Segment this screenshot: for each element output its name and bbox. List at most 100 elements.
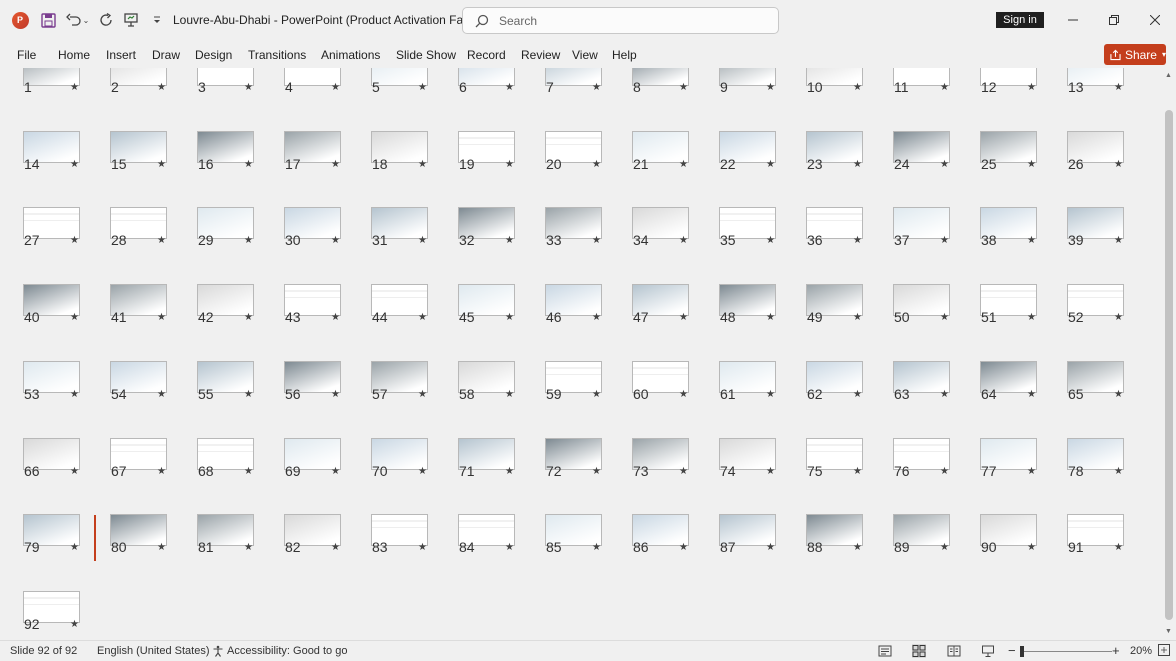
slide-thumbnail-72[interactable]: 72 ★ xyxy=(522,437,607,514)
slide-thumbnail-52[interactable]: 52 ★ xyxy=(1044,284,1129,360)
slide-thumbnail-38[interactable]: 38 ★ xyxy=(957,207,1042,283)
accessibility-icon[interactable] xyxy=(212,645,224,660)
share-chevron-icon[interactable]: ▾ xyxy=(1162,50,1166,59)
slide-thumbnail-68[interactable]: 68 ★ xyxy=(174,437,259,514)
slide-show-view-icon[interactable] xyxy=(981,644,995,658)
tab-review[interactable]: Review xyxy=(521,48,560,62)
slide-thumbnail-66[interactable]: 66 ★ xyxy=(0,437,85,514)
slide-thumbnail-49[interactable]: 49 ★ xyxy=(783,284,868,360)
sign-in-button[interactable]: Sign in xyxy=(996,12,1044,28)
accessibility-status[interactable]: Accessibility: Good to go xyxy=(227,645,347,657)
tab-file[interactable]: File xyxy=(17,48,36,62)
customize-toolbar-icon[interactable] xyxy=(147,10,167,30)
slide-thumbnail-85[interactable]: 85 ★ xyxy=(522,514,607,590)
slide-thumbnail-34[interactable]: 34 ★ xyxy=(609,207,694,283)
scroll-thumb[interactable] xyxy=(1165,110,1173,620)
share-button[interactable]: Share ▾ xyxy=(1104,44,1166,65)
slide-thumbnail-36[interactable]: 36 ★ xyxy=(783,207,868,283)
save-icon[interactable] xyxy=(38,10,58,30)
slide-thumbnail-10[interactable]: 10 ★ xyxy=(783,68,868,130)
slide-thumbnail-27[interactable]: 27 ★ xyxy=(0,207,85,283)
slide-thumbnail-80[interactable]: 80 ★ xyxy=(87,514,172,590)
slide-thumbnail-6[interactable]: 6 ★ xyxy=(435,68,520,130)
slide-thumbnail-83[interactable]: 83 ★ xyxy=(348,514,433,590)
slide-thumbnail-39[interactable]: 39 ★ xyxy=(1044,207,1129,283)
slide-thumbnail-51[interactable]: 51 ★ xyxy=(957,284,1042,360)
slide-thumbnail-5[interactable]: 5 ★ xyxy=(348,68,433,130)
slide-thumbnail-65[interactable]: 65 ★ xyxy=(1044,360,1129,437)
slide-thumbnail-8[interactable]: 8 ★ xyxy=(609,68,694,130)
reading-view-icon[interactable] xyxy=(947,644,961,658)
zoom-slider[interactable] xyxy=(1024,651,1112,652)
slide-thumbnail-87[interactable]: 87 ★ xyxy=(696,514,781,590)
slide-thumbnail-84[interactable]: 84 ★ xyxy=(435,514,520,590)
slide-thumbnail-22[interactable]: 22 ★ xyxy=(696,130,781,207)
slide-thumbnail-82[interactable]: 82 ★ xyxy=(261,514,346,590)
tab-insert[interactable]: Insert xyxy=(106,48,136,62)
redo-icon[interactable] xyxy=(96,10,116,30)
language-status[interactable]: English (United States) xyxy=(97,645,210,657)
slide-thumbnail-89[interactable]: 89 ★ xyxy=(870,514,955,590)
slide-thumbnail-75[interactable]: 75 ★ xyxy=(783,437,868,514)
slide-thumbnail-32[interactable]: 32 ★ xyxy=(435,207,520,283)
scroll-up-icon[interactable]: ▲ xyxy=(1165,72,1172,79)
slide-thumbnail-15[interactable]: 15 ★ xyxy=(87,130,172,207)
slide-thumbnail-60[interactable]: 60 ★ xyxy=(609,360,694,437)
slide-thumbnail-7[interactable]: 7 ★ xyxy=(522,68,607,130)
slide-thumbnail-58[interactable]: 58 ★ xyxy=(435,360,520,437)
slide-thumbnail-71[interactable]: 71 ★ xyxy=(435,437,520,514)
slide-thumbnail-70[interactable]: 70 ★ xyxy=(348,437,433,514)
slide-thumbnail-11[interactable]: 11 ★ xyxy=(870,68,955,130)
slide-thumbnail-13[interactable]: 13 ★ xyxy=(1044,68,1129,130)
slide-thumbnail-67[interactable]: 67 ★ xyxy=(87,437,172,514)
slide-thumbnail-45[interactable]: 45 ★ xyxy=(435,284,520,360)
tab-record[interactable]: Record xyxy=(467,48,506,62)
slide-thumbnail-42[interactable]: 42 ★ xyxy=(174,284,259,360)
notes-icon[interactable] xyxy=(878,644,892,658)
zoom-slider-knob[interactable] xyxy=(1020,646,1024,657)
slide-thumbnail-23[interactable]: 23 ★ xyxy=(783,130,868,207)
slide-thumbnail-64[interactable]: 64 ★ xyxy=(957,360,1042,437)
slide-thumbnail-55[interactable]: 55 ★ xyxy=(174,360,259,437)
slide-thumbnail-43[interactable]: 43 ★ xyxy=(261,284,346,360)
search-input[interactable]: Search xyxy=(462,7,779,34)
slide-thumbnail-26[interactable]: 26 ★ xyxy=(1044,130,1129,207)
slide-thumbnail-30[interactable]: 30 ★ xyxy=(261,207,346,283)
slide-thumbnail-53[interactable]: 53 ★ xyxy=(0,360,85,437)
tab-help[interactable]: Help xyxy=(612,48,637,62)
slide-thumbnail-12[interactable]: 12 ★ xyxy=(957,68,1042,130)
slide-thumbnail-57[interactable]: 57 ★ xyxy=(348,360,433,437)
slide-thumbnail-29[interactable]: 29 ★ xyxy=(174,207,259,283)
minimize-icon[interactable] xyxy=(1063,10,1083,30)
slide-thumbnail-78[interactable]: 78 ★ xyxy=(1044,437,1129,514)
slide-thumbnail-69[interactable]: 69 ★ xyxy=(261,437,346,514)
slide-thumbnail-81[interactable]: 81 ★ xyxy=(174,514,259,590)
tab-transitions[interactable]: Transitions xyxy=(248,48,306,62)
slide-thumbnail-54[interactable]: 54 ★ xyxy=(87,360,172,437)
slide-thumbnail-33[interactable]: 33 ★ xyxy=(522,207,607,283)
slide-thumbnail-28[interactable]: 28 ★ xyxy=(87,207,172,283)
slide-thumbnail-46[interactable]: 46 ★ xyxy=(522,284,607,360)
slide-thumbnail-74[interactable]: 74 ★ xyxy=(696,437,781,514)
slide-thumbnail-37[interactable]: 37 ★ xyxy=(870,207,955,283)
slide-thumbnail-44[interactable]: 44 ★ xyxy=(348,284,433,360)
slide-thumbnail-48[interactable]: 48 ★ xyxy=(696,284,781,360)
slide-thumbnail-92[interactable]: 92 ★ xyxy=(0,590,85,640)
slide-thumbnail-73[interactable]: 73 ★ xyxy=(609,437,694,514)
zoom-level[interactable]: 20% xyxy=(1130,645,1152,657)
slide-thumbnail-21[interactable]: 21 ★ xyxy=(609,130,694,207)
zoom-out-button[interactable]: − xyxy=(1008,643,1016,658)
slide-thumbnail-63[interactable]: 63 ★ xyxy=(870,360,955,437)
slide-thumbnail-17[interactable]: 17 ★ xyxy=(261,130,346,207)
close-icon[interactable] xyxy=(1145,10,1165,30)
slide-thumbnail-14[interactable]: 14 ★ xyxy=(0,130,85,207)
slide-thumbnail-16[interactable]: 16 ★ xyxy=(174,130,259,207)
slide-thumbnail-90[interactable]: 90 ★ xyxy=(957,514,1042,590)
slide-thumbnail-35[interactable]: 35 ★ xyxy=(696,207,781,283)
slide-thumbnail-40[interactable]: 40 ★ xyxy=(0,284,85,360)
slide-thumbnail-9[interactable]: 9 ★ xyxy=(696,68,781,130)
slide-thumbnail-25[interactable]: 25 ★ xyxy=(957,130,1042,207)
slide-thumbnail-19[interactable]: 19 ★ xyxy=(435,130,520,207)
slide-thumbnail-61[interactable]: 61 ★ xyxy=(696,360,781,437)
slide-thumbnail-76[interactable]: 76 ★ xyxy=(870,437,955,514)
